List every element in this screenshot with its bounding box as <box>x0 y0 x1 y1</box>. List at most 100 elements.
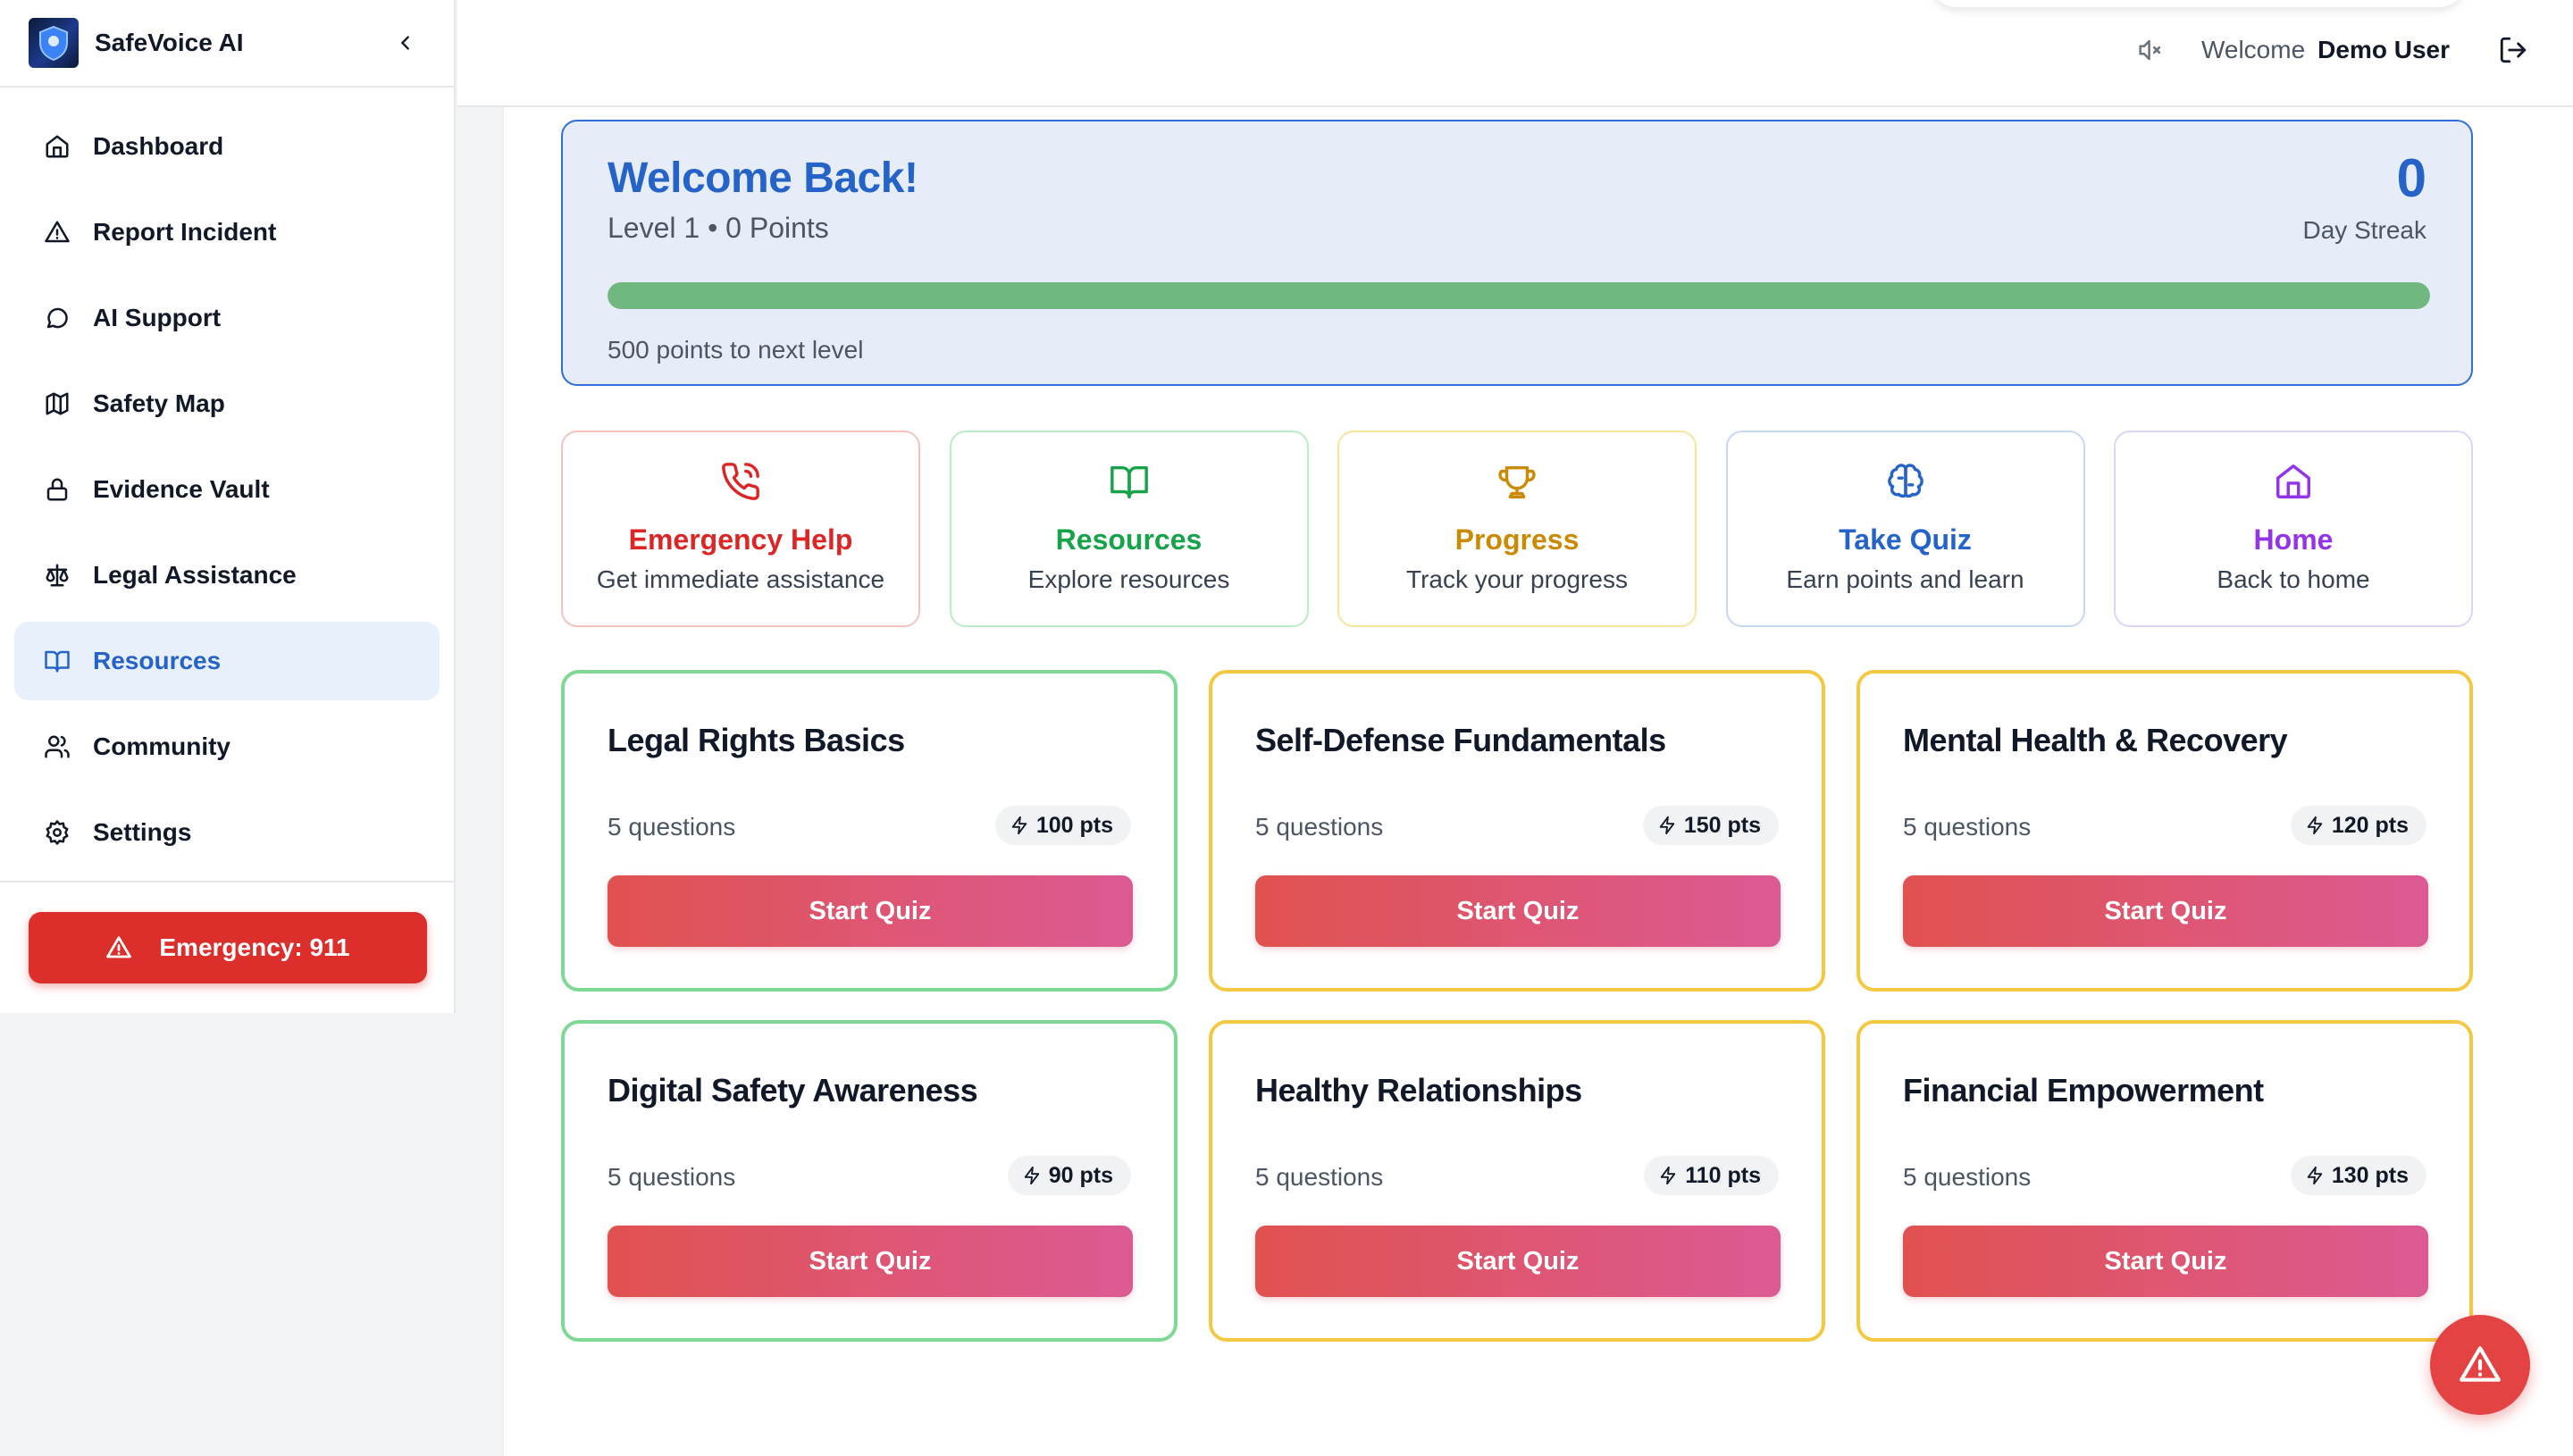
quick-action-title: Take Quiz <box>1839 523 1972 556</box>
emergency-call-label: Emergency: 911 <box>159 933 350 961</box>
sidebar-divider <box>0 881 456 883</box>
sidebar-item-dashboard[interactable]: Dashboard <box>14 107 440 186</box>
quick-action-title: Progress <box>1454 523 1580 556</box>
topbar-dropdown-edge <box>1930 0 2466 7</box>
home-icon <box>41 130 73 163</box>
start-quiz-button[interactable]: Start Quiz <box>1903 1226 2428 1297</box>
quick-action-desc: Track your progress <box>1406 565 1628 593</box>
quick-action-resources[interactable]: Resources Explore resources <box>949 431 1309 627</box>
sidebar-item-label: Dashboard <box>93 132 224 160</box>
quiz-points-badge: 90 pts <box>1007 1156 1131 1195</box>
book-icon <box>41 645 73 677</box>
main-content: Welcome Back! Level 1 • 0 Points 0 Day S… <box>502 107 2573 1456</box>
start-quiz-button[interactable]: Start Quiz <box>1255 1226 1781 1297</box>
sidebar-item-evidence-vault[interactable]: Evidence Vault <box>14 450 440 529</box>
quiz-points: 120 pts <box>2331 812 2409 838</box>
alert-triangle-icon <box>41 216 73 248</box>
trophy-icon <box>1495 459 1539 504</box>
quick-action-desc: Earn points and learn <box>1786 565 2024 593</box>
quiz-card-legal-rights: Legal Rights Basics 5 questions 100 pts … <box>561 670 1178 992</box>
logout-icon[interactable] <box>2498 35 2528 65</box>
sidebar-item-ai-support[interactable]: AI Support <box>14 279 440 357</box>
quiz-title: Healthy Relationships <box>1255 1072 1582 1109</box>
sidebar-item-safety-map[interactable]: Safety Map <box>14 364 440 443</box>
quick-action-desc: Explore resources <box>1027 565 1230 593</box>
alert-triangle-icon <box>105 934 132 961</box>
user-name: Demo User <box>2317 36 2450 63</box>
app-name: SafeVoice AI <box>95 29 244 56</box>
quiz-points: 100 pts <box>1035 812 1113 838</box>
sidebar-item-label: Report Incident <box>93 218 277 246</box>
level-progress-fill <box>608 282 2430 309</box>
welcome-label: Welcome <box>2200 36 2306 63</box>
start-quiz-button[interactable]: Start Quiz <box>608 1226 1133 1297</box>
start-quiz-button[interactable]: Start Quiz <box>608 875 1133 947</box>
sidebar-item-label: Resources <box>93 647 222 674</box>
book-icon <box>1107 459 1152 504</box>
quiz-question-count: 5 questions <box>1255 813 1384 841</box>
collapse-sidebar-icon[interactable] <box>388 25 423 61</box>
topbar: Welcome Demo User <box>457 0 2573 107</box>
quiz-grid: Legal Rights Basics 5 questions 100 pts … <box>561 670 2473 1342</box>
main-panel: Welcome Back! Level 1 • 0 Points 0 Day S… <box>502 107 2573 1456</box>
sos-floating-button[interactable] <box>2430 1315 2530 1415</box>
sidebar-item-label: Legal Assistance <box>93 561 297 589</box>
sidebar-item-report-incident[interactable]: Report Incident <box>14 193 440 272</box>
start-quiz-button[interactable]: Start Quiz <box>1255 875 1781 947</box>
streak-label: Day Streak <box>2302 216 2427 244</box>
quick-action-home[interactable]: Home Back to home <box>2114 431 2473 627</box>
alert-triangle-icon <box>2458 1343 2502 1387</box>
quiz-card-self-defense: Self-Defense Fundamentals 5 questions 15… <box>1209 670 1825 992</box>
quiz-points-badge: 130 pts <box>2290 1156 2426 1195</box>
quiz-card-mental-health: Mental Health & Recovery 5 questions 120… <box>1856 670 2473 992</box>
sidebar-item-resources[interactable]: Resources <box>14 622 440 700</box>
quick-action-title: Home <box>2253 523 2334 556</box>
day-streak: 0 Day Streak <box>2303 152 2427 245</box>
quiz-question-count: 5 questions <box>608 1163 736 1191</box>
quiz-question-count: 5 questions <box>1255 1163 1384 1191</box>
lock-icon <box>41 473 73 506</box>
quick-action-progress[interactable]: Progress Track your progress <box>1337 431 1697 627</box>
sidebar: SafeVoice AI Dashboard Report Incident A… <box>0 0 456 1013</box>
sidebar-item-label: Safety Map <box>93 389 225 417</box>
quiz-points: 110 pts <box>1685 1162 1761 1188</box>
quick-action-take-quiz[interactable]: Take Quiz Earn points and learn <box>1725 431 2085 627</box>
quiz-points-badge: 120 pts <box>2290 806 2426 845</box>
quick-action-desc: Get immediate assistance <box>596 565 885 593</box>
sidebar-item-settings[interactable]: Settings <box>14 793 440 872</box>
scale-icon <box>41 559 73 591</box>
quiz-title: Mental Health & Recovery <box>1903 722 2288 758</box>
sidebar-item-legal-assistance[interactable]: Legal Assistance <box>14 536 440 615</box>
quiz-card-healthy-relationships: Healthy Relationships 5 questions 110 pt… <box>1209 1020 1825 1342</box>
sidebar-item-label: Settings <box>93 818 192 846</box>
quiz-points: 90 pts <box>1048 1162 1113 1188</box>
quiz-title: Legal Rights Basics <box>608 722 905 758</box>
phone-icon <box>718 459 763 504</box>
topbar-user-area: Welcome Demo User <box>2135 32 2528 68</box>
quiz-title: Digital Safety Awareness <box>608 1072 978 1109</box>
quick-action-title: Emergency Help <box>628 523 853 556</box>
quick-action-emergency-help[interactable]: Emergency Help Get immediate assistance <box>561 431 920 627</box>
lightning-icon <box>1660 1166 1676 1185</box>
sidebar-item-community[interactable]: Community <box>14 707 440 786</box>
mute-icon[interactable] <box>2135 35 2166 65</box>
next-level-text: 500 points to next level <box>608 336 864 364</box>
lightning-icon <box>2307 816 2323 835</box>
quiz-card-financial-empowerment: Financial Empowerment 5 questions 130 pt… <box>1856 1020 2473 1342</box>
lightning-icon <box>2307 1166 2323 1185</box>
welcome-title: Welcome Back! <box>608 155 918 202</box>
lightning-icon <box>1011 816 1027 835</box>
quiz-points-badge: 150 pts <box>1642 806 1779 845</box>
brain-icon <box>1883 459 1928 504</box>
quiz-question-count: 5 questions <box>608 813 736 841</box>
quiz-points-badge: 100 pts <box>994 806 1131 845</box>
sidebar-item-label: Community <box>93 732 230 760</box>
lightning-icon <box>1024 1166 1039 1185</box>
quick-action-desc: Back to home <box>2217 565 2370 593</box>
emergency-call-button[interactable]: Emergency: 911 <box>29 912 427 983</box>
start-quiz-button[interactable]: Start Quiz <box>1903 875 2428 947</box>
sidebar-header: SafeVoice AI <box>0 0 454 88</box>
map-icon <box>41 388 73 420</box>
sidebar-item-label: AI Support <box>93 304 222 331</box>
chat-bubble-icon <box>41 302 73 334</box>
